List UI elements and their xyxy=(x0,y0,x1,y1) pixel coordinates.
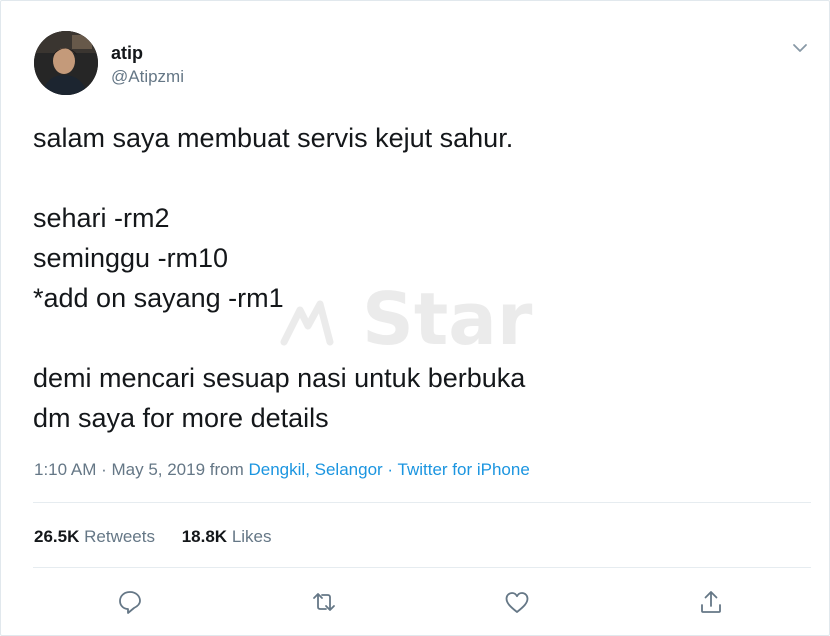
from-label: from xyxy=(205,460,249,479)
avatar-image xyxy=(34,31,98,95)
tweet-metadata: 1:10 AM · May 5, 2019 from Dengkil, Sela… xyxy=(34,459,530,481)
heart-icon[interactable] xyxy=(503,588,531,616)
location-link[interactable]: Dengkil, Selangor xyxy=(249,460,383,479)
likes-label: Likes xyxy=(231,527,272,546)
engagement-stats: 26.5K Retweets 18.8K Likes xyxy=(34,526,294,548)
tweet-line: salam saya membuat servis kejut sahur. xyxy=(33,123,514,153)
action-bar xyxy=(0,588,830,618)
tweet-line: seminggu -rm10 xyxy=(33,243,229,273)
retweet-icon[interactable] xyxy=(310,588,338,616)
tweet-date[interactable]: May 5, 2019 xyxy=(111,460,205,479)
retweets-label: Retweets xyxy=(84,527,155,546)
tweet-line: dm saya for more details xyxy=(33,403,329,433)
separator: · xyxy=(96,460,112,479)
share-icon[interactable] xyxy=(697,588,725,616)
user-handle[interactable]: @Atipzmi xyxy=(111,66,184,88)
likes-stat[interactable]: 18.8K Likes xyxy=(182,526,272,548)
tweet-line: demi mencari sesuap nasi untuk berbuka xyxy=(33,363,526,393)
source-link[interactable]: Twitter for iPhone xyxy=(398,460,530,479)
retweets-count: 26.5K xyxy=(34,527,80,546)
chevron-down-icon[interactable] xyxy=(792,40,808,56)
divider xyxy=(33,567,811,568)
avatar[interactable] xyxy=(34,31,98,95)
divider xyxy=(33,502,811,503)
display-name[interactable]: atip xyxy=(111,42,143,64)
tweet-line: *add on sayang -rm1 xyxy=(33,283,284,313)
tweet-text: salam saya membuat servis kejut sahur. s… xyxy=(33,118,793,438)
tweet-line: sehari -rm2 xyxy=(33,203,170,233)
reply-icon[interactable] xyxy=(116,588,144,616)
retweets-stat[interactable]: 26.5K Retweets xyxy=(34,526,155,548)
tweet-time[interactable]: 1:10 AM xyxy=(34,460,96,479)
separator: · xyxy=(382,460,398,479)
likes-count: 18.8K xyxy=(181,527,228,546)
